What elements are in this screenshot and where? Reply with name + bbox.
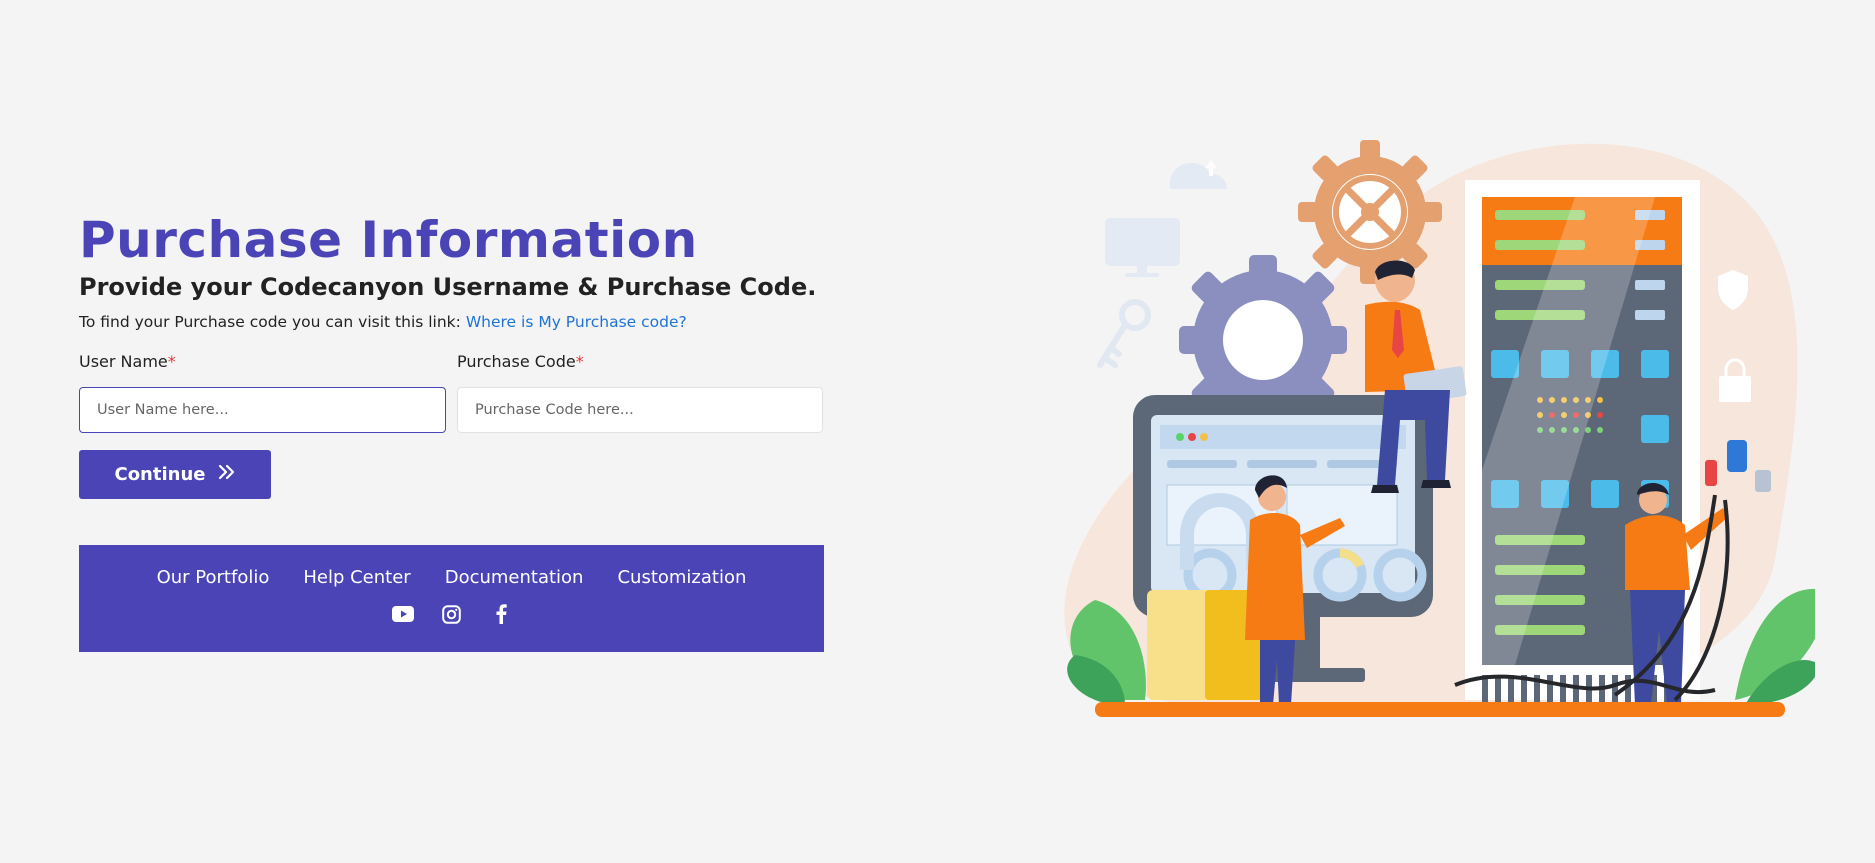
floor-line: [1095, 702, 1785, 717]
purchase-code-help-link[interactable]: Where is My Purchase code?: [466, 313, 687, 331]
purchase-code-hint: To find your Purchase code you can visit…: [79, 311, 824, 333]
server-room-illustration: [1055, 140, 1826, 740]
footer-link-documentation[interactable]: Documentation: [445, 567, 584, 588]
continue-label: Continue: [114, 464, 206, 485]
social-links: [79, 603, 824, 625]
orange-gear-icon: [1298, 140, 1442, 284]
username-field-group: User Name*: [79, 351, 446, 433]
form-fields: User Name* Purchase Code*: [79, 351, 824, 433]
key-icon: [1097, 299, 1151, 368]
purchase-code-label: Purchase Code*: [457, 352, 584, 371]
footer-link-portfolio[interactable]: Our Portfolio: [157, 567, 270, 588]
page-title: Purchase Information: [79, 211, 698, 269]
purchase-code-input[interactable]: [457, 387, 823, 433]
page-subtitle: Provide your Codecanyon Username & Purch…: [79, 273, 817, 301]
youtube-icon[interactable]: [391, 603, 414, 625]
purchase-code-field-group: Purchase Code*: [457, 351, 823, 433]
username-label: User Name*: [79, 352, 176, 371]
purchase-form-panel: Purchase Information Provide your Codeca…: [79, 205, 824, 499]
footer-link-help-center[interactable]: Help Center: [303, 567, 410, 588]
facebook-icon[interactable]: [490, 603, 512, 625]
footer-link-customization[interactable]: Customization: [617, 567, 746, 588]
footer-links: Our Portfolio Help Center Documentation …: [79, 567, 824, 588]
required-mark: *: [575, 352, 584, 371]
instagram-icon[interactable]: [441, 603, 463, 625]
hint-text: To find your Purchase code you can visit…: [79, 313, 461, 331]
continue-button[interactable]: Continue: [79, 450, 271, 499]
username-input[interactable]: [79, 387, 446, 433]
double-chevron-right-icon: [218, 464, 236, 485]
monitor-icon: [1105, 218, 1180, 277]
footer-bar: Our Portfolio Help Center Documentation …: [79, 545, 824, 652]
required-mark: *: [167, 352, 176, 371]
cloud-upload-icon: [1170, 160, 1227, 189]
